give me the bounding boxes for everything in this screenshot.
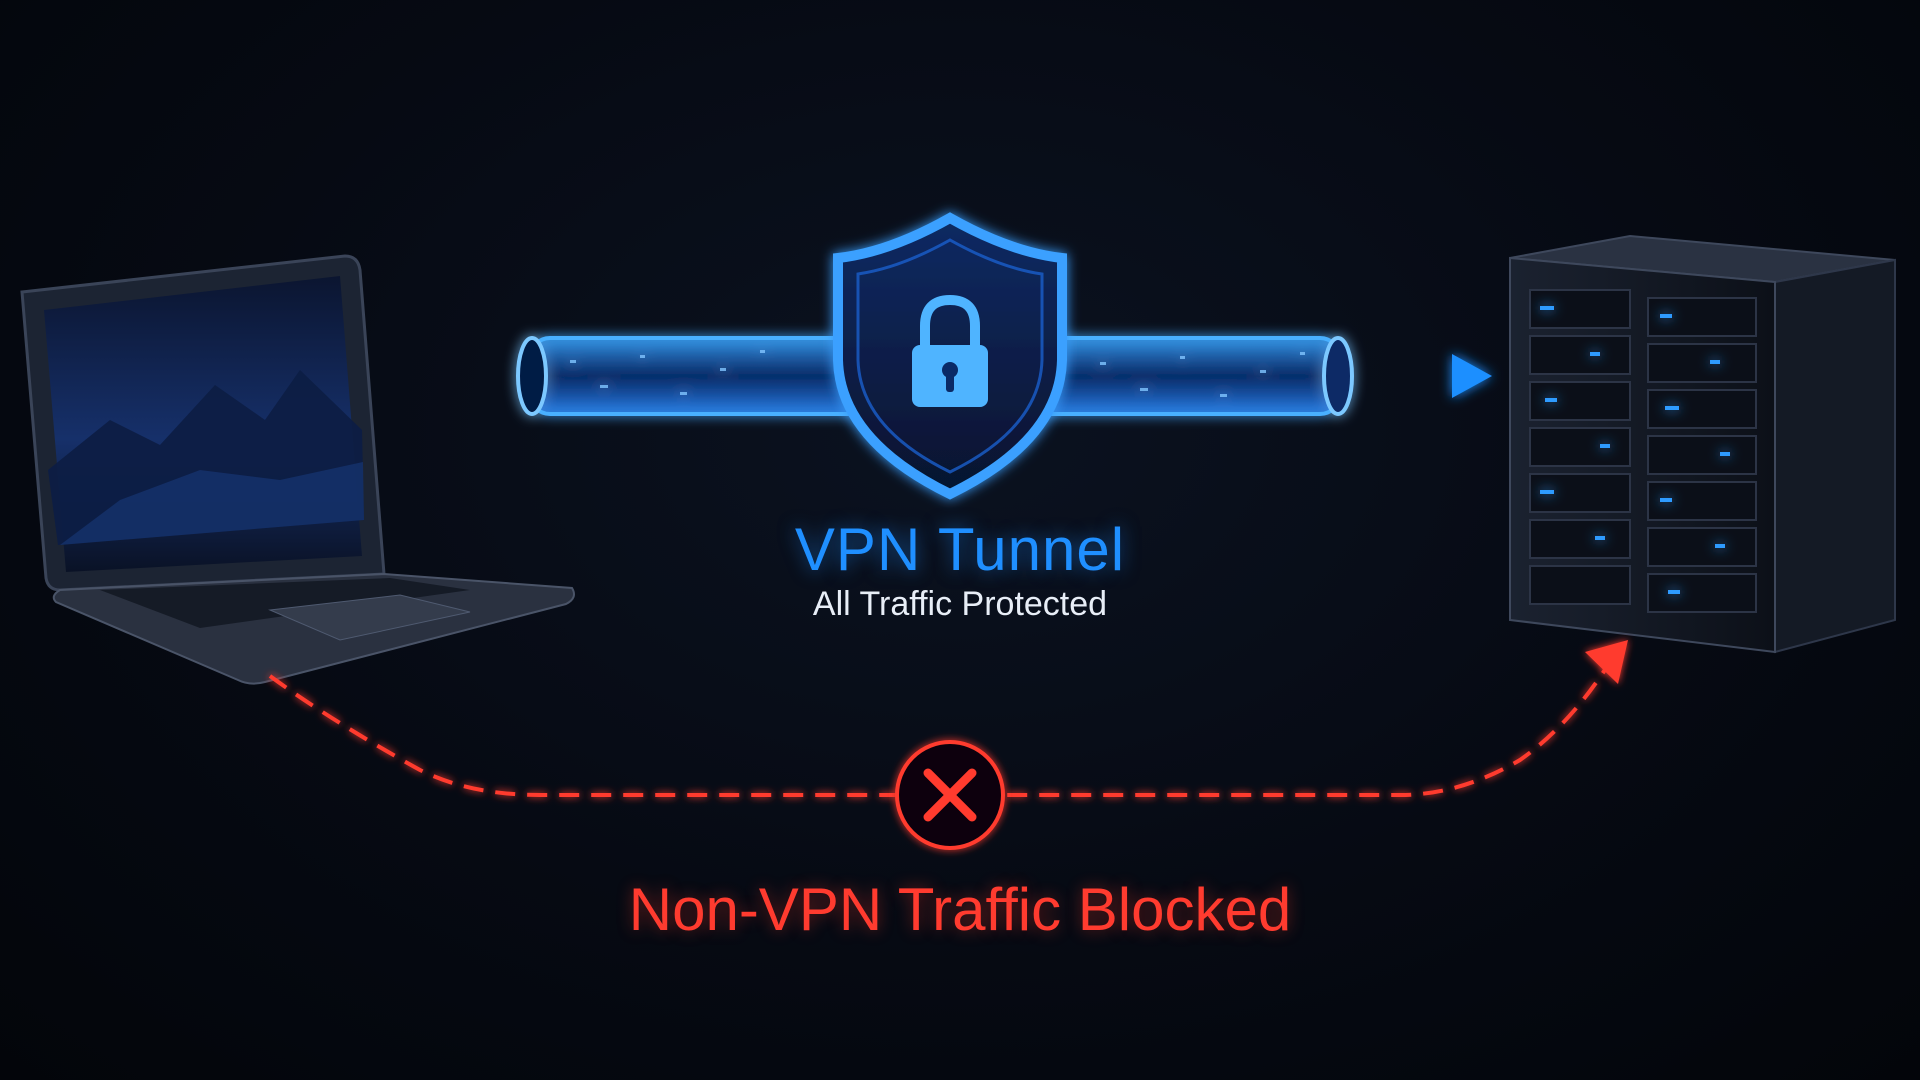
laptop-icon [20, 254, 575, 685]
server-rack-icon [1509, 234, 1896, 654]
shield-lock-icon [833, 212, 1067, 500]
tunnel-subtitle: All Traffic Protected [812, 585, 1108, 623]
x-circle-icon [895, 740, 1005, 850]
blocked-traffic-label: Non-VPN Traffic Blocked [628, 876, 1292, 943]
blocked-arrowhead-icon [1585, 640, 1628, 684]
tunnel-title: VPN Tunnel [794, 516, 1126, 583]
vpn-diagram: VPN Tunnel All Traffic Protected Non-VPN… [0, 0, 1920, 1080]
tunnel-arrowhead-icon [1452, 354, 1492, 398]
